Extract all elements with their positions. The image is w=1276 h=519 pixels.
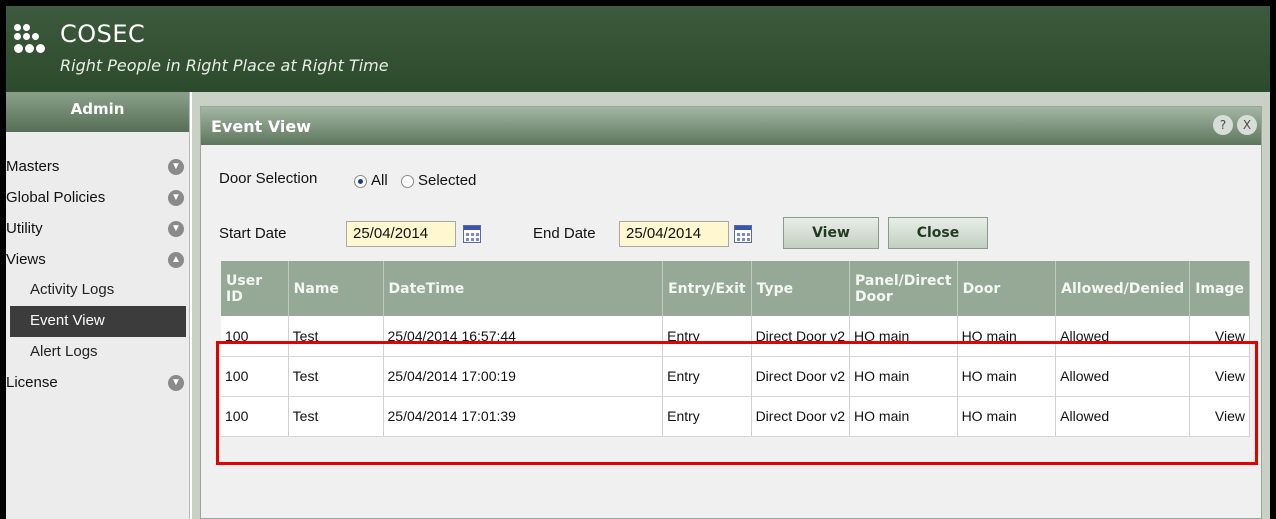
sidebar-item-license[interactable]: License ▼ [6,368,190,399]
sidebar-item-label: Views [6,251,46,268]
cell-entry-exit: Entry [662,356,752,397]
sidebar-item-masters[interactable]: Masters ▼ [6,152,190,183]
chevron-down-icon: ▼ [168,159,184,175]
calendar-icon[interactable] [463,225,481,243]
column-header: Allowed/Denied [1055,261,1191,316]
cell-type: Direct Door v2 [751,316,851,357]
main-content: Event View ? X Door Selection All Select… [192,92,1270,519]
sidebar-header: Admin [6,92,189,132]
event-view-panel: Event View ? X Door Selection All Select… [200,106,1262,519]
radio-selected[interactable] [401,175,414,188]
panel-title: Event View [211,117,312,136]
sidebar-item-label: Global Policies [6,189,106,206]
cell-name: Test [288,396,384,437]
cell-allowed: Allowed [1055,316,1191,357]
table-row[interactable]: 100 Test 25/04/2014 17:00:19 Entry Direc… [221,356,1250,397]
cell-name: Test [288,356,384,397]
sidebar-subitem-activity-logs[interactable]: Activity Logs [10,275,186,306]
sidebar-item-global-policies[interactable]: Global Policies ▼ [6,183,190,214]
end-date-label: End Date [533,225,596,242]
table-row[interactable]: 100 Test 25/04/2014 16:57:44 Entry Direc… [221,316,1250,357]
cell-name: Test [288,316,384,357]
chevron-up-icon: ▲ [168,252,184,268]
close-button[interactable]: Close [888,217,988,249]
sidebar-item-utility[interactable]: Utility ▼ [6,214,190,245]
end-date-input[interactable]: 25/04/2014 [619,221,729,247]
sidebar-item-label: Masters [6,158,60,175]
app-header: COSEC Right People in Right Place at Rig… [6,6,1270,92]
cell-door: HO main [957,396,1057,437]
radio-all[interactable] [354,175,367,188]
cell-panel: HO main [849,356,958,397]
view-image-link[interactable]: View [1189,396,1250,437]
sidebar-item-label: Utility [6,220,43,237]
event-table: User ID Name DateTime Entry/Exit Type Pa… [221,261,1250,437]
sidebar-item-label: License [6,374,58,391]
sidebar-subitem-alert-logs[interactable]: Alert Logs [10,337,186,368]
view-image-link[interactable]: View [1189,356,1250,397]
cell-type: Direct Door v2 [751,356,851,397]
close-icon[interactable]: X [1237,115,1257,135]
column-header: Image [1189,261,1250,316]
column-header: DateTime [383,261,664,316]
sidebar-item-views[interactable]: Views ▲ [6,245,190,276]
view-button[interactable]: View [783,217,879,249]
cell-user-id: 100 [221,356,289,397]
door-selection-label: Door Selection [219,170,318,187]
column-header: Door [957,261,1057,316]
cell-panel: HO main [849,316,958,357]
cell-entry-exit: Entry [662,316,752,357]
cell-type: Direct Door v2 [751,396,851,437]
app-window: COSEC Right People in Right Place at Rig… [6,6,1270,519]
view-image-link[interactable]: View [1189,316,1250,357]
cosec-logo-icon [14,24,45,72]
cell-datetime: 25/04/2014 17:01:39 [383,396,664,437]
start-date-label: Start Date [219,225,287,242]
cell-user-id: 100 [221,396,289,437]
cell-allowed: Allowed [1055,396,1191,437]
panel-header: Event View ? X [201,107,1261,145]
column-header: Entry/Exit [662,261,752,316]
sidebar-subitem-label: Alert Logs [30,343,98,360]
calendar-icon[interactable] [734,225,752,243]
cell-entry-exit: Entry [662,396,752,437]
cell-door: HO main [957,356,1057,397]
cell-user-id: 100 [221,316,289,357]
chevron-down-icon: ▼ [168,190,184,206]
cell-door: HO main [957,316,1057,357]
sidebar: Admin Masters ▼ Global Policies ▼ Utilit… [6,92,190,519]
start-date-input[interactable]: 25/04/2014 [346,221,456,247]
sidebar-subitem-label: Activity Logs [30,281,115,298]
column-header: Name [288,261,384,316]
table-header-row: User ID Name DateTime Entry/Exit Type Pa… [221,261,1250,316]
cell-allowed: Allowed [1055,356,1191,397]
cell-panel: HO main [849,396,958,437]
sidebar-subitem-event-view[interactable]: Event View [10,306,186,337]
sidebar-subitem-label: Event View [30,312,105,329]
cell-datetime: 25/04/2014 16:57:44 [383,316,664,357]
chevron-down-icon: ▼ [168,221,184,237]
radio-all-label: All [371,172,388,189]
column-header: Type [751,261,851,316]
cell-datetime: 25/04/2014 17:00:19 [383,356,664,397]
column-header: Panel/Direct Door [849,261,958,316]
app-title: COSEC [60,20,146,48]
chevron-down-icon: ▼ [168,375,184,391]
table-row[interactable]: 100 Test 25/04/2014 17:01:39 Entry Direc… [221,396,1250,437]
radio-selected-label: Selected [418,172,477,189]
column-header: User ID [221,261,289,316]
app-tagline: Right People in Right Place at Right Tim… [60,56,389,75]
help-icon[interactable]: ? [1213,115,1233,135]
